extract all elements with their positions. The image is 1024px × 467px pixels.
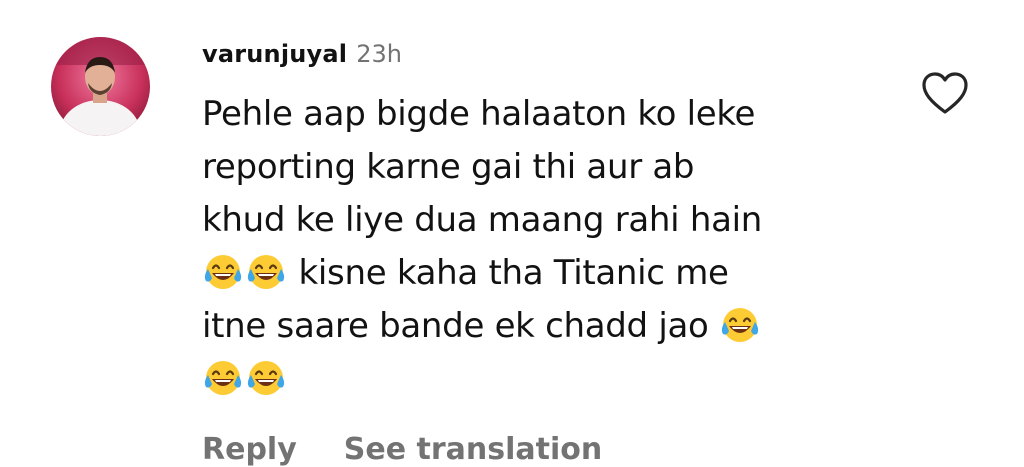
tears-of-joy-emoji-icon xyxy=(204,255,242,289)
comment-line-text: kisne kaha tha Titanic me xyxy=(298,253,729,293)
comment-line-with-emoji: kisne kaha tha Titanic me xyxy=(202,247,902,300)
tears-of-joy-emoji-icon xyxy=(721,308,759,342)
comment-line: reporting karne gai thi aur ab xyxy=(202,147,695,187)
comment-line-emoji-only xyxy=(202,353,902,406)
tears-of-joy-emoji-icon xyxy=(204,361,242,395)
tears-of-joy-emoji-icon xyxy=(247,255,285,289)
profile-photo xyxy=(51,37,150,136)
like-button[interactable] xyxy=(920,70,970,116)
comment-line: khud ke liye dua maang rahi hain xyxy=(202,200,763,240)
reply-button[interactable]: Reply xyxy=(202,432,297,467)
comment-actions: Reply See translation xyxy=(202,432,902,467)
comment-line-text: itne saare bande ek chadd jao xyxy=(202,306,709,346)
comment-meta: varunjuyal 23h xyxy=(202,32,902,76)
tears-of-joy-emoji-icon xyxy=(247,361,285,395)
timestamp: 23h xyxy=(356,40,402,68)
comment: varunjuyal 23h Pehle aap bigde halaaton … xyxy=(202,32,902,467)
comment-line: Pehle aap bigde halaaton ko leke xyxy=(202,94,756,134)
comment-line-with-emoji: itne saare bande ek chadd jao xyxy=(202,300,902,353)
username[interactable]: varunjuyal xyxy=(202,40,347,68)
comment-text: Pehle aap bigde halaaton ko leke reporti… xyxy=(202,88,902,406)
see-translation-button[interactable]: See translation xyxy=(344,432,602,467)
heart-outline-icon xyxy=(922,72,968,114)
avatar[interactable] xyxy=(51,37,150,136)
